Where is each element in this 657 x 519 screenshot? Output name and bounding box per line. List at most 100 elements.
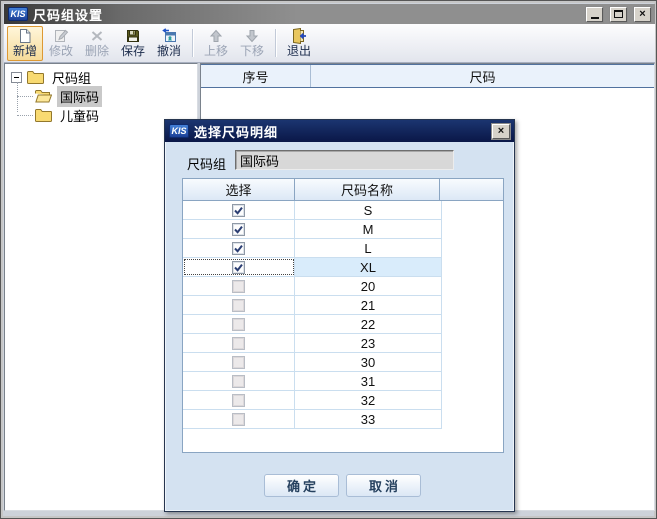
checkbox-unchecked[interactable]: [232, 299, 245, 312]
size-group-label: 尺码组: [187, 154, 226, 173]
size-detail-row[interactable]: S: [183, 201, 442, 220]
folder-open-icon: [35, 90, 52, 103]
window-titlebar: KIS 尺码组设置 ×: [4, 4, 655, 24]
select-cell: [183, 220, 295, 238]
toolbar-button-label: 上移: [204, 45, 228, 58]
size-name-cell: 23: [295, 334, 442, 352]
size-detail-row[interactable]: 21: [183, 296, 442, 315]
move-down-icon: [244, 28, 260, 44]
select-cell: [183, 201, 295, 219]
checkbox-unchecked[interactable]: [232, 413, 245, 426]
close-icon: ×: [498, 126, 504, 137]
checkbox-unchecked[interactable]: [232, 356, 245, 369]
save-icon: [125, 28, 141, 44]
minimize-button[interactable]: [586, 7, 603, 22]
exit-icon: [291, 28, 307, 44]
toolbar-button-label: 修改: [49, 45, 73, 58]
size-detail-row[interactable]: 33: [183, 410, 442, 429]
column-header-seq: 序号: [201, 65, 311, 87]
close-button[interactable]: ×: [634, 7, 651, 22]
maximize-button[interactable]: [610, 7, 627, 22]
checkbox-unchecked[interactable]: [232, 337, 245, 350]
toolbar-button-exit[interactable]: 退出: [281, 26, 317, 61]
size-detail-row[interactable]: 30: [183, 353, 442, 372]
size-detail-table-header: 选择 尺码名称: [183, 179, 503, 201]
size-group-tree: 尺码组 国际码 儿童码: [5, 64, 197, 125]
size-name-cell: M: [295, 220, 442, 238]
size-detail-row[interactable]: 20: [183, 277, 442, 296]
size-name-cell: 21: [295, 296, 442, 314]
folder-closed-icon: [35, 109, 52, 122]
select-size-detail-dialog: KIS 选择尺码明细 × 尺码组 选择 尺码名称 S M L: [164, 119, 515, 512]
size-detail-row[interactable]: 32: [183, 391, 442, 410]
tree-root-label: 尺码组: [49, 67, 94, 88]
size-name-cell: 31: [295, 372, 442, 390]
column-header-select: 选择: [183, 179, 295, 200]
size-name-cell: S: [295, 201, 442, 219]
size-detail-row[interactable]: 23: [183, 334, 442, 353]
checkbox-unchecked[interactable]: [232, 375, 245, 388]
checkbox-checked[interactable]: [232, 242, 245, 255]
cancel-button[interactable]: 取消: [346, 474, 421, 497]
new-document-icon: [17, 28, 33, 44]
size-detail-row[interactable]: 22: [183, 315, 442, 334]
toolbar-button-label: 下移: [240, 45, 264, 58]
size-name-cell: 20: [295, 277, 442, 295]
toolbar-button-new-document[interactable]: 新增: [7, 26, 43, 61]
toolbar-button-edit[interactable]: 修改: [43, 26, 79, 61]
toolbar-button-label: 撤消: [157, 45, 181, 58]
tree-item-selected[interactable]: 国际码: [5, 87, 197, 106]
toolbar-button-label: 退出: [287, 45, 311, 58]
folder-icon: [27, 71, 44, 84]
dialog-title: 选择尺码明细: [194, 122, 487, 141]
size-name-cell: L: [295, 239, 442, 257]
checkbox-unchecked[interactable]: [232, 394, 245, 407]
toolbar-button-undo[interactable]: 撤消: [151, 26, 187, 61]
select-cell: [183, 372, 295, 390]
window-title: 尺码组设置: [33, 5, 579, 24]
size-list-header: 序号 尺码: [201, 64, 654, 88]
ok-button[interactable]: 确定: [264, 474, 339, 497]
size-detail-row[interactable]: M: [183, 220, 442, 239]
dialog-titlebar: KIS 选择尺码明细 ×: [165, 120, 514, 142]
size-detail-row[interactable]: L: [183, 239, 442, 258]
delete-icon: [89, 28, 105, 44]
dialog-close-button[interactable]: ×: [492, 124, 510, 139]
size-detail-table: 选择 尺码名称 S M L XL 20 21: [182, 178, 504, 453]
select-cell: [183, 296, 295, 314]
size-name-cell: 22: [295, 315, 442, 333]
size-detail-table-body: S M L XL 20 21 22 23: [183, 201, 503, 429]
size-name-cell: 30: [295, 353, 442, 371]
toolbar-button-label: 保存: [121, 45, 145, 58]
maximize-icon: [614, 10, 623, 18]
size-group-field[interactable]: [235, 150, 454, 170]
close-icon: ×: [639, 9, 645, 20]
checkbox-unchecked[interactable]: [232, 318, 245, 331]
toolbar-button-save[interactable]: 保存: [115, 26, 151, 61]
app-window: KIS 尺码组设置 × 新增 修改 删除 保存 撤消 上移 下移: [0, 0, 657, 519]
tree-root-size-group[interactable]: 尺码组: [5, 68, 197, 87]
checkbox-checked[interactable]: [232, 204, 245, 217]
size-detail-row[interactable]: 31: [183, 372, 442, 391]
size-detail-row[interactable]: XL: [183, 258, 442, 277]
toolbar-separator: [275, 29, 276, 57]
select-cell: [183, 410, 295, 428]
size-name-cell: 32: [295, 391, 442, 409]
toolbar-button-move-down[interactable]: 下移: [234, 26, 270, 61]
select-cell: [183, 391, 295, 409]
column-header-size-name: 尺码名称: [295, 179, 440, 200]
checkbox-checked[interactable]: [232, 261, 245, 274]
minimize-icon: [591, 17, 599, 19]
toolbar-button-move-up[interactable]: 上移: [198, 26, 234, 61]
toolbar-button-delete[interactable]: 删除: [79, 26, 115, 61]
column-header-size: 尺码: [311, 65, 654, 87]
column-header-spacer: [440, 179, 503, 200]
select-cell: [183, 315, 295, 333]
tree-connector: [17, 96, 33, 97]
toolbar-button-label: 删除: [85, 45, 109, 58]
edit-icon: [53, 28, 69, 44]
checkbox-unchecked[interactable]: [232, 280, 245, 293]
size-name-cell: 33: [295, 410, 442, 428]
select-cell: [183, 277, 295, 295]
checkbox-checked[interactable]: [232, 223, 245, 236]
